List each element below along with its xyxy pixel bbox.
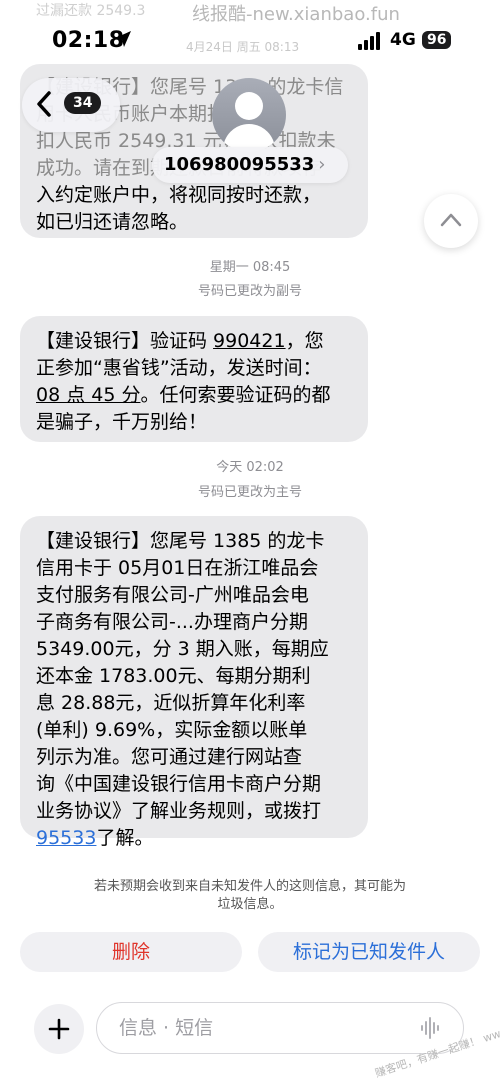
- message-text: 了解。: [96, 827, 154, 849]
- phone-link[interactable]: 95533: [36, 827, 96, 849]
- message-line: 子商务有限公司-...办理商户分期: [36, 611, 308, 633]
- message-line: 08 点 45 分。任何索要验证码的都: [36, 382, 352, 409]
- verification-code[interactable]: 990421: [213, 330, 286, 352]
- contact-name-button[interactable]: 106980095533 ›: [152, 147, 348, 183]
- message-line: 正参加“惠省钱”活动，发送时间：: [36, 357, 322, 379]
- back-button[interactable]: 34: [22, 78, 120, 132]
- message-line: 95533了解。: [36, 825, 352, 852]
- message-bubble: 【建设银行】验证码 990421，您 正参加“惠省钱”活动，发送时间： 08 点…: [20, 316, 368, 442]
- chevron-right-icon: ›: [318, 154, 326, 175]
- location-arrow-icon: [115, 31, 131, 47]
- timestamp-day: 星期一: [209, 260, 249, 275]
- timestamp-day: 今天: [216, 460, 243, 475]
- network-type: 4G: [390, 30, 416, 50]
- message-text: 【建设银行】验证码: [36, 330, 214, 352]
- unknown-sender-warning: 若未预期会收到来自未知发件人的这则信息，其可能为 垃圾信息。: [60, 878, 440, 914]
- timestamp: 星期一 08:45: [0, 256, 500, 275]
- message-line: 支付服务有限公司-广州唯品会电: [36, 584, 309, 606]
- message-input[interactable]: 信息 · 短信: [96, 1002, 464, 1054]
- message-text: 。任何索要验证码的都: [140, 384, 331, 406]
- number-change-note: 号码已更改为副号: [197, 284, 302, 299]
- scroll-up-button[interactable]: [424, 194, 478, 248]
- contact-number: 106980095533: [164, 154, 315, 175]
- status-bar: 02:18 4G 96: [0, 0, 500, 70]
- message-line: 入约定账户中，将视同按时还款，: [36, 184, 322, 206]
- plus-icon: [48, 1018, 70, 1040]
- avatar-head: [235, 92, 263, 120]
- timestamp: 今天 02:02: [0, 456, 500, 475]
- message-line: 【建设银行】验证码 990421，您: [36, 328, 352, 355]
- message-line: 如已归还请忽略。: [36, 211, 189, 233]
- message-line: 是骗子，千万别给！: [36, 411, 208, 433]
- unread-count-badge: 34: [64, 92, 102, 114]
- warning-line: 若未预期会收到来自未知发件人的这则信息，其可能为: [93, 879, 406, 894]
- avatar-icon[interactable]: [212, 78, 286, 152]
- battery-level: 96: [422, 31, 452, 49]
- chevron-up-icon: [440, 213, 462, 227]
- message-line: 列示为准。您可通过建行网站查: [36, 746, 303, 768]
- message-line: 业务协议》了解业务规则，或拨打: [36, 800, 322, 822]
- message-bubble: 【建设银行】您尾号 1385 的龙卡 信用卡于 05月01日在浙江唯品会 支付服…: [20, 516, 368, 849]
- message-line: 息 28.88元，近似折算年化利率: [36, 692, 306, 714]
- number-change-note: 号码已更改为主号: [197, 485, 302, 500]
- message-line: 【建设银行】您尾号 1385 的龙卡: [36, 530, 325, 552]
- message-text: ，您: [285, 330, 324, 352]
- add-attachment-button[interactable]: [34, 1004, 84, 1054]
- chevron-left-icon: [37, 91, 51, 117]
- message-line: 5349.00元，分 3 期入账，每期应: [36, 638, 329, 660]
- waveform-icon[interactable]: [420, 1016, 442, 1040]
- message-line: 信用卡于 05月01日在浙江唯品会: [36, 557, 319, 579]
- mark-known-sender-button[interactable]: 标记为已知发件人: [258, 932, 480, 972]
- send-time-link[interactable]: 08 点 45 分: [36, 384, 140, 406]
- message-line: 询《中国建设银行信用卡商户分期: [36, 773, 322, 795]
- delete-button[interactable]: 删除: [20, 932, 242, 972]
- message-line: (单利) 9.69%，实际金额以账单: [36, 719, 308, 741]
- message-line: 还本金 1783.00元、每期分期利: [36, 665, 311, 687]
- timestamp-time: 08:45: [252, 260, 291, 275]
- timestamp-time: 02:02: [246, 460, 284, 475]
- signal-icon: [358, 32, 380, 50]
- warning-line: 垃圾信息。: [217, 897, 283, 912]
